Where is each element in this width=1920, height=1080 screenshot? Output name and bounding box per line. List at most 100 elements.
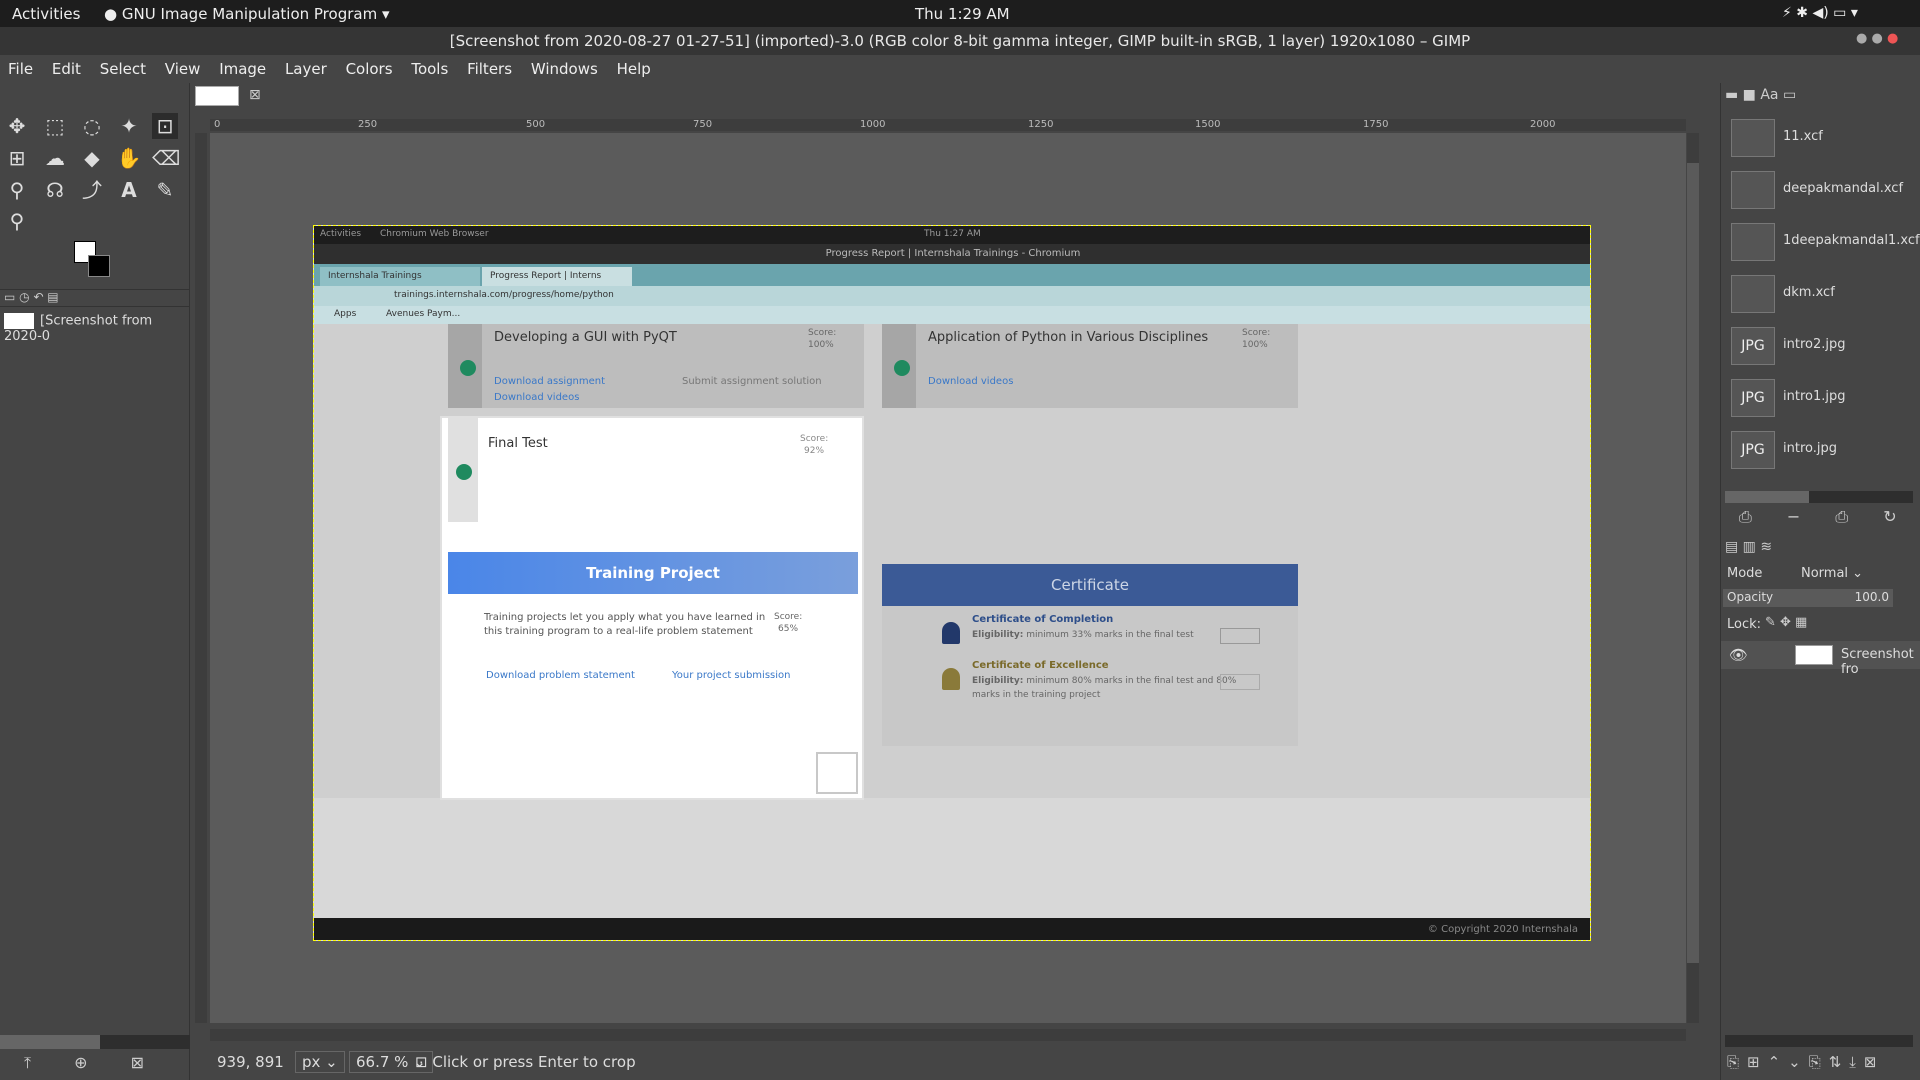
completion-badge-icon [942, 622, 960, 644]
mode-label: Mode [1727, 566, 1763, 581]
app-menu[interactable]: ● GNU Image Manipulation Program ▾ [104, 5, 390, 23]
status-bar: 939, 891 px ⌄ 66.7 % ⌄ ⊡ Click or press … [191, 1043, 1720, 1080]
ruler-label: 250 [358, 119, 378, 130]
opacity-slider[interactable]: Opacity 100.0 [1723, 589, 1893, 607]
inner-card-python-disciplines: Application of Python in Various Discipl… [882, 324, 1298, 408]
image-list-item[interactable]: deepakmandal.xcf [1727, 167, 1917, 215]
lock-label: Lock: [1727, 617, 1762, 632]
menu-file[interactable]: File [8, 60, 33, 78]
image-thumbnail [1731, 171, 1775, 209]
horizontal-scrollbar[interactable] [210, 1029, 1686, 1041]
eye-icon[interactable]: 👁 [1729, 646, 1748, 664]
eraser-icon[interactable]: ⌫ [152, 145, 180, 171]
image-list-item[interactable]: dkm.xcf [1727, 271, 1917, 319]
layers-buttons[interactable]: ⎘⊞⌃⌄⎘⇅⤓⊠ [1727, 1053, 1884, 1071]
layer-row[interactable]: 👁 Screenshot fro [1721, 641, 1920, 677]
dock-tabs[interactable]: ▭ ◷ ↶ ▤ [0, 289, 190, 307]
menu-tools[interactable]: Tools [411, 60, 448, 78]
image-canvas[interactable]: Activities Chromium Web Browser Thu 1:27… [313, 225, 1591, 941]
image-list-item[interactable]: 11.xcf [1727, 115, 1917, 163]
color-picker-icon[interactable]: ✎ [152, 177, 178, 203]
menu-image[interactable]: Image [219, 60, 266, 78]
layer-name: Screenshot fro [1841, 647, 1914, 677]
ruler-label: 1750 [1363, 119, 1389, 130]
eligibility-text: minimum 33% marks in the final test [1026, 630, 1194, 640]
image-thumbnail [1731, 223, 1775, 261]
menu-windows[interactable]: Windows [531, 60, 598, 78]
menu-filters[interactable]: Filters [467, 60, 512, 78]
crop-tool-icon[interactable]: ⊡ [152, 113, 178, 139]
final-test-card: Final Test Score: 92% [448, 418, 858, 522]
move-tool-icon[interactable]: ✥ [4, 113, 30, 139]
completion-title: Certificate of Completion [972, 614, 1114, 625]
layers-tab-icons[interactable]: ▤ ▥ ≋ [1725, 539, 1772, 555]
inner-url-bar: trainings.internshala.com/progress/home/… [314, 286, 1590, 306]
mode-select[interactable]: Normal ⌄ [1801, 566, 1863, 581]
image-list-item[interactable]: JPG intro2.jpg [1727, 323, 1917, 371]
window-controls[interactable]: ● ● ● [1856, 31, 1898, 46]
warp-icon[interactable]: ☁ [42, 145, 68, 171]
rect-select-icon[interactable]: ⬚ [42, 113, 68, 139]
lock-icons[interactable]: ✎ ✥ ▦ [1765, 615, 1807, 630]
zoom-icon[interactable]: ⚲ [4, 208, 30, 234]
vertical-scrollbar[interactable] [1687, 133, 1699, 1023]
ruler-label: 750 [693, 119, 713, 130]
text-tool-icon[interactable]: A [116, 177, 142, 203]
project-submission-link: Your project submission [672, 670, 791, 681]
download-videos-link: Download videos [494, 392, 580, 403]
status-message: ⊡ Click or press Enter to crop [415, 1053, 636, 1071]
fuzzy-select-icon[interactable]: ✦ [116, 113, 142, 139]
inner-top-bar: Activities Chromium Web Browser Thu 1:27… [314, 226, 1590, 244]
images-buttons[interactable]: ⎙ − ⎙ ↻ [1739, 507, 1897, 527]
dock-tab-icons[interactable]: ▬ ■ Aa ▭ [1725, 87, 1796, 103]
image-list-item[interactable]: 1deepakmandal1.xcf [1727, 219, 1920, 267]
layers-scrollbar[interactable] [1725, 1035, 1913, 1047]
image-tab[interactable] [195, 86, 239, 106]
bucket-fill-icon[interactable]: ◆ [79, 145, 105, 171]
bg-color-swatch[interactable] [88, 255, 110, 277]
image-list-item[interactable]: [Screenshot from 2020-0 [4, 313, 186, 344]
jpg-file-icon: JPG [1731, 327, 1775, 365]
image-list-item[interactable]: JPG intro1.jpg [1727, 375, 1917, 423]
lasso-icon[interactable]: ◌ [79, 113, 105, 139]
paint-icon[interactable]: ✋ [116, 145, 142, 171]
clock[interactable]: Thu 1:29 AM [915, 5, 1010, 23]
image-list-item[interactable]: JPG intro.jpg [1727, 427, 1917, 475]
score-label: Score: [808, 328, 837, 338]
activities-button[interactable]: Activities [12, 5, 80, 23]
inner-bookmark: Avenues Paym... [386, 309, 461, 319]
ruler-label: 2000 [1530, 119, 1556, 130]
card-title: Developing a GUI with PyQT [494, 330, 677, 345]
crop-region[interactable]: Final Test Score: 92% Training Project T… [440, 416, 864, 800]
menu-layer[interactable]: Layer [285, 60, 327, 78]
inner-url: trainings.internshala.com/progress/home/… [394, 290, 614, 300]
menu-view[interactable]: View [165, 60, 201, 78]
submit-solution-link: Submit assignment solution [682, 376, 822, 387]
images-scrollbar[interactable] [1725, 491, 1913, 503]
menu-select[interactable]: Select [100, 60, 146, 78]
system-tray-icons[interactable]: ⚡ ✱ ◀) ▭ ▾ [1782, 5, 1858, 21]
smudge-icon[interactable]: ☊ [42, 177, 68, 203]
inner-footer: © Copyright 2020 Internshala [314, 918, 1590, 940]
transform-icon[interactable]: ⊞ [4, 145, 30, 171]
ruler-label: 1250 [1028, 119, 1054, 130]
eligibility-text: minimum 80% marks in the final test and … [1026, 676, 1237, 686]
menu-help[interactable]: Help [617, 60, 651, 78]
excellence-title: Certificate of Excellence [972, 660, 1109, 671]
left-scrollbar[interactable] [0, 1035, 190, 1049]
training-project-header: Training Project [448, 552, 858, 594]
inner-tab-1: Internshala Trainings [320, 267, 480, 286]
certificate-card: Certificate of Completion Eligibility: m… [882, 606, 1298, 746]
unit-select[interactable]: px ⌄ [295, 1051, 345, 1073]
crop-handle[interactable] [816, 752, 858, 794]
menu-edit[interactable]: Edit [52, 60, 81, 78]
clone-icon[interactable]: ⚲ [4, 177, 30, 203]
vertical-ruler [195, 133, 207, 1023]
left-bottom-buttons[interactable]: ⤒ ⊕ ⊠ [24, 1053, 144, 1073]
download-icon [1220, 674, 1260, 690]
menu-colors[interactable]: Colors [346, 60, 393, 78]
paths-icon[interactable]: ⤴ [79, 177, 105, 203]
close-tab-icon[interactable]: ⊠ [249, 87, 261, 103]
score-value: 92% [804, 446, 825, 456]
horizontal-ruler: 0 250 500 750 1000 1250 1500 1750 2000 [210, 119, 1686, 131]
